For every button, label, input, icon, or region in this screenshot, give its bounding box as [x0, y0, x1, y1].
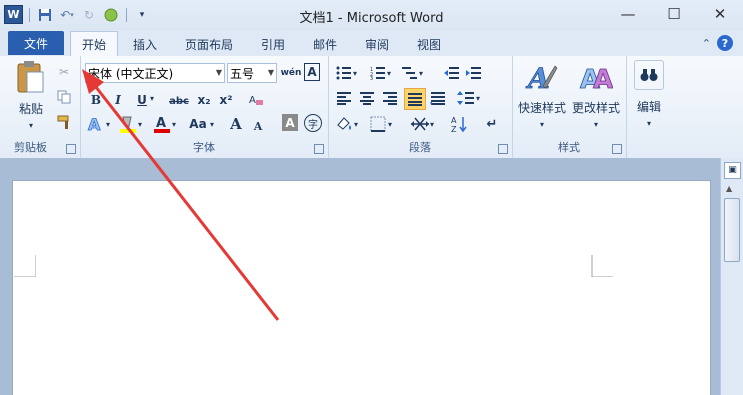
word-window: W ↶ ▾ ↻ ▾ 文档1 - Microsoft Word — ☐ ✕ 文件 开… — [0, 0, 743, 395]
annotation-arrow — [82, 69, 280, 321]
